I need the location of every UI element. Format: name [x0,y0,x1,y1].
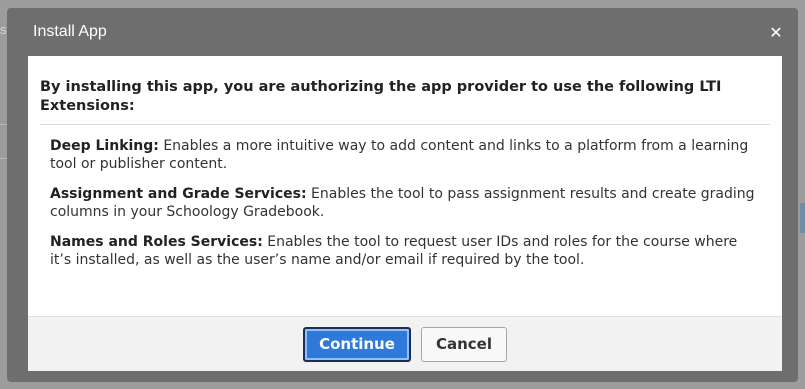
extension-name: Names and Roles Services: [50,234,263,250]
continue-button[interactable]: Continue [303,326,411,362]
extension-list: Deep Linking: Enables a more intuitive w… [40,125,770,269]
dialog-body: By installing this app, you are authoriz… [28,56,782,316]
extension-item-names-roles-services: Names and Roles Services: Enables the to… [50,233,760,269]
background-button-fragment [800,203,805,233]
install-app-dialog: Install App ✕ By installing this app, yo… [7,8,798,382]
extension-item-deep-linking: Deep Linking: Enables a more intuitive w… [50,137,760,173]
extension-name: Deep Linking: [50,138,159,154]
dialog-footer: Continue Cancel [28,316,782,371]
close-icon[interactable]: ✕ [768,23,784,42]
extension-item-assignment-grade-services: Assignment and Grade Services: Enables t… [50,185,760,221]
dialog-header: Install App ✕ [7,8,798,56]
cancel-button[interactable]: Cancel [421,326,507,362]
dialog-title: Install App [33,23,107,40]
authorization-intro: By installing this app, you are authoriz… [40,78,770,125]
extension-name: Assignment and Grade Services: [50,186,307,202]
